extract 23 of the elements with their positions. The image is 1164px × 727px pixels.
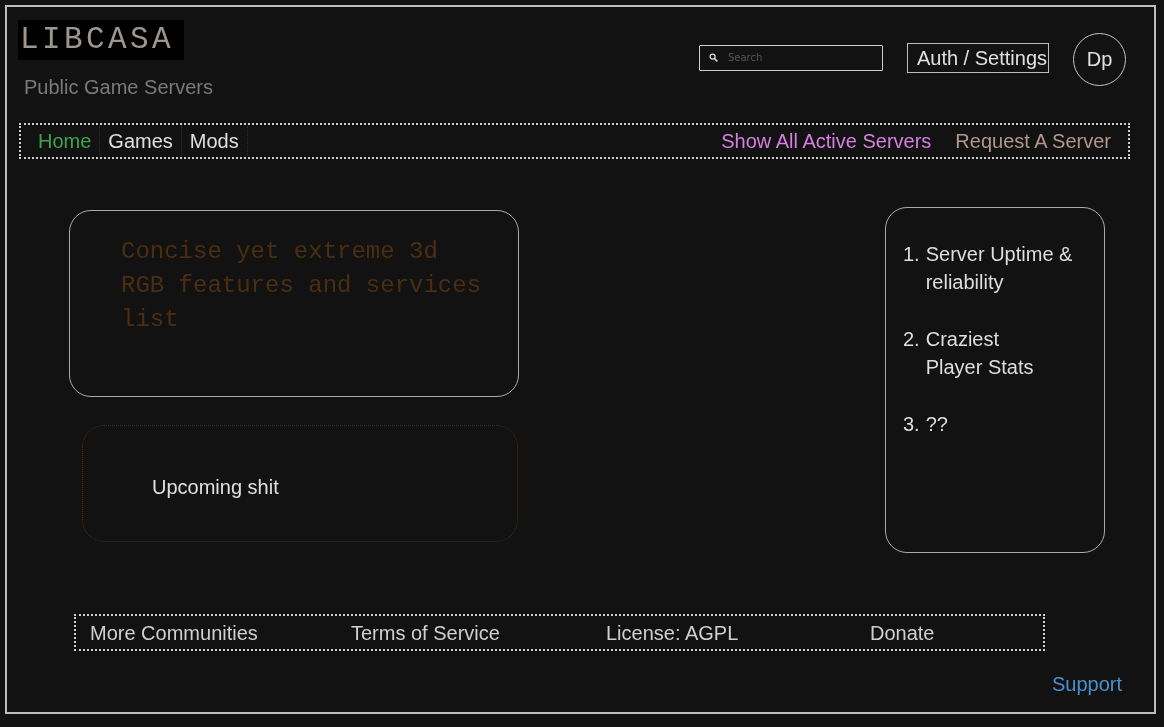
footer-link[interactable]: More Communities	[90, 619, 258, 646]
footer-link[interactable]: Donate	[870, 619, 935, 646]
nav-link[interactable]: Show All Active Servers	[721, 128, 932, 154]
list-item-text: ??	[925, 412, 948, 437]
list-item-text: Server Uptime & reliability	[925, 242, 1073, 295]
list-number: 2.	[903, 327, 920, 352]
nav-tab[interactable]: Home	[30, 126, 101, 156]
feature-text: Concise yet extreme 3d RGB features and services list	[121, 237, 483, 335]
nav-tab[interactable]: Games	[100, 126, 182, 156]
upcoming-text: Upcoming shit	[152, 474, 279, 499]
logo[interactable]: LIBCASA	[18, 20, 184, 60]
list-number: 1.	[903, 242, 920, 267]
support-link[interactable]: Support	[1051, 671, 1122, 697]
footer-link[interactable]: Terms of Service	[351, 619, 500, 646]
nav-tab[interactable]: Mods	[181, 126, 248, 156]
auth-settings-button[interactable]: Auth / Settings	[906, 42, 1049, 73]
list-item-text: Craziest Player Stats	[925, 327, 1034, 380]
search-field[interactable]: Search	[698, 44, 883, 71]
list-number: 3.	[903, 412, 920, 437]
site-subtitle: Public Game Servers	[24, 75, 213, 99]
nav-link[interactable]: Request A Server	[955, 128, 1111, 154]
footer-link[interactable]: License: AGPL	[606, 619, 739, 646]
search-icon	[708, 52, 718, 62]
